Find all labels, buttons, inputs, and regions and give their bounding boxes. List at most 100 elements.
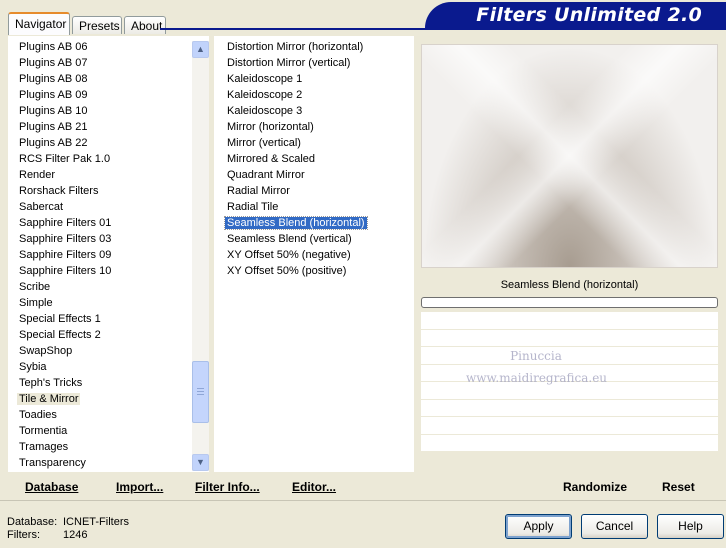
help-button[interactable]: Help bbox=[657, 514, 724, 539]
filter-item[interactable]: Radial Tile bbox=[215, 199, 413, 215]
scroll-up-icon[interactable]: ▲ bbox=[192, 41, 209, 58]
parameter-row bbox=[421, 312, 718, 330]
filters-count: 1246 bbox=[63, 529, 88, 541]
category-list-pane: Plugins AB 06 Plugins AB 07 Plugins AB 08 P… bbox=[8, 36, 209, 472]
filter-list-pane: Distortion Mirror (horizontal) Distortion… bbox=[214, 36, 414, 472]
category-item[interactable]: Plugins AB 21 bbox=[9, 119, 184, 135]
filter-item[interactable]: XY Offset 50% (negative) bbox=[215, 247, 413, 263]
filter-item-label: Distortion Mirror (horizontal) bbox=[227, 41, 364, 53]
category-item[interactable]: Plugins AB 06 bbox=[9, 39, 184, 55]
filter-item[interactable]: XY Offset 50% (positive) bbox=[215, 263, 413, 279]
category-item[interactable]: Tormentia bbox=[9, 423, 184, 439]
category-item-label: Sybia bbox=[19, 361, 47, 373]
category-item-label: Tormentia bbox=[19, 425, 68, 437]
category-item[interactable]: Special Effects 2 bbox=[9, 327, 184, 343]
filter-item-label: Mirror (vertical) bbox=[227, 137, 301, 149]
category-item[interactable]: Simple bbox=[9, 295, 184, 311]
database-value: ICNET-Filters bbox=[63, 516, 129, 528]
filter-item[interactable]: Kaleidoscope 1 bbox=[215, 71, 413, 87]
filter-item[interactable]: Quadrant Mirror bbox=[215, 167, 413, 183]
filter-item[interactable]: Mirror (horizontal) bbox=[215, 119, 413, 135]
category-item[interactable]: Scribe bbox=[9, 279, 184, 295]
scroll-down-icon[interactable]: ▼ bbox=[192, 454, 209, 471]
category-item-label: Plugins AB 22 bbox=[19, 137, 88, 149]
category-item[interactable]: Plugins AB 10 bbox=[9, 103, 184, 119]
filter-item-label: Distortion Mirror (vertical) bbox=[227, 57, 351, 69]
category-item-label: Simple bbox=[19, 297, 53, 309]
category-item[interactable]: Special Effects 1 bbox=[9, 311, 184, 327]
preview-action-bar: Randomize Reset bbox=[421, 476, 718, 498]
category-scrollbar[interactable]: ▲ ▼ bbox=[192, 41, 209, 471]
category-item[interactable]: Sapphire Filters 10 bbox=[9, 263, 184, 279]
parameter-area bbox=[421, 312, 718, 470]
filter-item[interactable]: Seamless Blend (horizontal) bbox=[215, 215, 413, 231]
randomize-button[interactable]: Randomize bbox=[563, 480, 627, 494]
list-action-bar: Database Import... Filter Info... Editor… bbox=[8, 476, 414, 498]
database-label: Database: bbox=[7, 516, 58, 528]
category-item-label: Toadies bbox=[19, 409, 57, 421]
category-item-label: Sapphire Filters 09 bbox=[19, 249, 112, 261]
category-item[interactable]: Toadies bbox=[9, 407, 184, 423]
banner-underline bbox=[160, 28, 726, 30]
category-item-label: Sapphire Filters 10 bbox=[19, 265, 112, 277]
category-item[interactable]: Plugins AB 09 bbox=[9, 87, 184, 103]
scroll-thumb[interactable] bbox=[192, 361, 209, 423]
category-item[interactable]: Sabercat bbox=[9, 199, 184, 215]
category-item-label: Plugins AB 08 bbox=[19, 73, 88, 85]
filter-item-label: Mirrored & Scaled bbox=[227, 153, 316, 165]
database-info: Database: ICNET-Filters Filters: 1246 bbox=[7, 516, 129, 542]
cancel-button[interactable]: Cancel bbox=[581, 514, 648, 539]
filter-item[interactable]: Distortion Mirror (vertical) bbox=[215, 55, 413, 71]
filter-item[interactable]: Kaleidoscope 2 bbox=[215, 87, 413, 103]
apply-button[interactable]: Apply bbox=[505, 514, 572, 539]
category-list: Plugins AB 06 Plugins AB 07 Plugins AB 08 P… bbox=[9, 39, 208, 471]
filter-item-label: Mirror (horizontal) bbox=[227, 121, 314, 133]
editor-button[interactable]: Editor... bbox=[292, 480, 336, 494]
category-item[interactable]: Tile & Mirror bbox=[9, 391, 184, 407]
grip-line bbox=[197, 391, 204, 392]
filter-item[interactable]: Kaleidoscope 3 bbox=[215, 103, 413, 119]
category-item[interactable]: SwapShop bbox=[9, 343, 184, 359]
category-item[interactable]: Tramages bbox=[9, 439, 184, 455]
category-item-label: Teph's Tricks bbox=[19, 377, 83, 389]
category-item[interactable]: RCS Filter Pak 1.0 bbox=[9, 151, 184, 167]
tab-navigator[interactable]: Navigator bbox=[8, 12, 70, 35]
filter-item[interactable]: Seamless Blend (vertical) bbox=[215, 231, 413, 247]
category-item[interactable]: Plugins AB 07 bbox=[9, 55, 184, 71]
filter-item[interactable]: Radial Mirror bbox=[215, 183, 413, 199]
category-item[interactable]: Rorshack Filters bbox=[9, 183, 184, 199]
category-item-label: Sabercat bbox=[19, 201, 64, 213]
filter-item[interactable]: Mirror (vertical) bbox=[215, 135, 413, 151]
database-button[interactable]: Database bbox=[25, 480, 78, 494]
category-item-label: Scribe bbox=[19, 281, 51, 293]
filter-item-label: Seamless Blend (vertical) bbox=[227, 233, 352, 245]
category-item-label: Special Effects 1 bbox=[19, 313, 101, 325]
filter-item-label: Radial Mirror bbox=[227, 185, 290, 197]
category-item[interactable]: Transparency bbox=[9, 455, 184, 471]
parameter-row bbox=[421, 417, 718, 435]
category-item-label: SwapShop bbox=[19, 345, 73, 357]
category-item-label: Transparency bbox=[19, 457, 86, 469]
filter-item-label: Kaleidoscope 2 bbox=[227, 89, 303, 101]
filter-item-label: XY Offset 50% (positive) bbox=[227, 265, 347, 277]
category-item[interactable]: Render bbox=[9, 167, 184, 183]
tab-presets[interactable]: Presets bbox=[72, 16, 122, 34]
watermark-url: www.maidiregrafica.eu bbox=[466, 371, 608, 385]
category-item-label: Rorshack Filters bbox=[19, 185, 99, 197]
category-item[interactable]: Teph's Tricks bbox=[9, 375, 184, 391]
filter-item-label: Radial Tile bbox=[227, 201, 279, 213]
category-item[interactable]: Sapphire Filters 01 bbox=[9, 215, 184, 231]
reset-button[interactable]: Reset bbox=[662, 480, 695, 494]
category-item[interactable]: Sapphire Filters 09 bbox=[9, 247, 184, 263]
filter-item[interactable]: Mirrored & Scaled bbox=[215, 151, 413, 167]
filter-info-button[interactable]: Filter Info... bbox=[195, 480, 260, 494]
filter-item[interactable]: Distortion Mirror (horizontal) bbox=[215, 39, 413, 55]
category-item[interactable]: Plugins AB 08 bbox=[9, 71, 184, 87]
category-item[interactable]: Sapphire Filters 03 bbox=[9, 231, 184, 247]
category-item-label: Special Effects 2 bbox=[19, 329, 101, 341]
tab-about[interactable]: About bbox=[124, 16, 166, 34]
category-item[interactable]: Plugins AB 22 bbox=[9, 135, 184, 151]
category-item[interactable]: Sybia bbox=[9, 359, 184, 375]
import-button[interactable]: Import... bbox=[116, 480, 163, 494]
category-item-label: Plugins AB 21 bbox=[19, 121, 88, 133]
